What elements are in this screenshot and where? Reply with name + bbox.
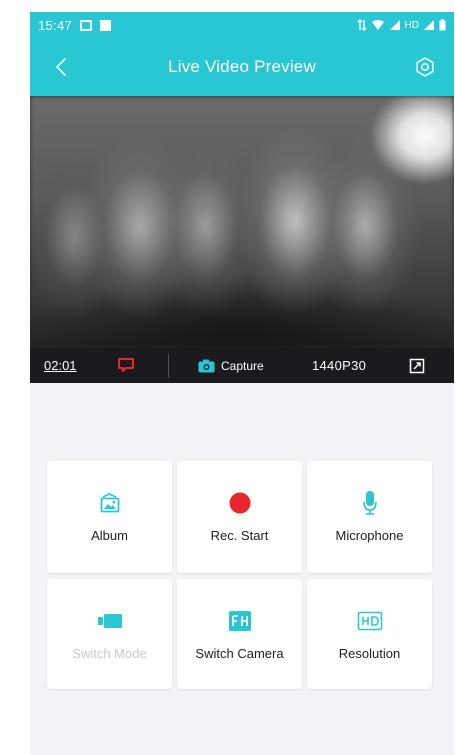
microphone-icon-wrap <box>307 489 432 517</box>
settings-button[interactable] <box>412 54 438 80</box>
sd-card-button[interactable] <box>117 357 135 373</box>
fullscreen-button[interactable] <box>407 356 427 376</box>
video-preview[interactable]: 02:01 Capture 1440P30 <box>30 96 454 383</box>
video-camera-icon <box>97 614 122 628</box>
switch-camera-button[interactable]: Switch Camera <box>177 579 302 689</box>
cellular-signal-2-icon <box>424 20 434 30</box>
capture-button[interactable]: Capture <box>198 354 264 378</box>
page-title: Live Video Preview <box>168 57 316 76</box>
switch-camera-label: Switch Camera <box>195 646 284 661</box>
notification-icon <box>80 19 93 31</box>
hd-icon-wrap <box>307 607 432 635</box>
status-left: 15:47 <box>38 17 112 33</box>
album-icon <box>100 493 119 513</box>
record-start-label: Rec. Start <box>210 528 269 543</box>
sd-card-icon <box>118 358 134 372</box>
data-transfer-icon <box>357 19 367 31</box>
switch-mode-button[interactable]: Switch Mode <box>47 579 172 689</box>
status-time: 15:47 <box>38 17 73 33</box>
status-bar: 15:47 HD <box>30 12 454 38</box>
current-resolution: 1440P30 <box>312 358 367 373</box>
record-start-button[interactable]: Rec. Start <box>177 461 302 573</box>
microphone-label: Microphone <box>335 528 404 543</box>
wifi-icon <box>371 20 384 30</box>
album-button[interactable]: Album <box>47 461 172 573</box>
hd-network-label: HD <box>404 19 419 31</box>
toolbar-divider <box>168 354 169 378</box>
controls-grid: Album Rec. Start Microphone Switch Mode … <box>47 461 433 689</box>
recording-time: 02:01 <box>44 358 77 373</box>
album-icon-wrap <box>47 489 172 517</box>
battery-icon <box>439 19 446 31</box>
switch-mode-label: Switch Mode <box>72 646 147 661</box>
resolution-label: Resolution <box>338 646 401 661</box>
microphone-button[interactable]: Microphone <box>307 461 432 573</box>
fullscreen-icon <box>409 358 425 374</box>
gear-icon <box>416 57 434 77</box>
nav-bar: Live Video Preview <box>30 38 454 96</box>
microphone-icon <box>362 491 377 515</box>
record-icon-wrap <box>177 489 302 517</box>
resolution-button[interactable]: Resolution <box>307 579 432 689</box>
switch-camera-icon-wrap <box>177 607 302 635</box>
hd-icon <box>357 611 382 631</box>
video-toolbar: 02:01 Capture 1440P30 <box>30 348 454 383</box>
capture-label: Capture <box>221 359 264 373</box>
app-screen: 15:47 HD Live Video Preview 02:01 Captur… <box>30 12 454 755</box>
album-label: Album <box>91 528 128 543</box>
camera-icon <box>198 359 215 373</box>
record-icon <box>229 492 250 514</box>
status-right: HD <box>357 19 446 31</box>
cellular-signal-icon <box>389 20 400 30</box>
switch-camera-icon <box>228 611 251 631</box>
video-camera-icon-wrap <box>47 607 172 635</box>
notification-square-icon <box>100 19 112 31</box>
live-video-feed[interactable] <box>30 96 454 348</box>
